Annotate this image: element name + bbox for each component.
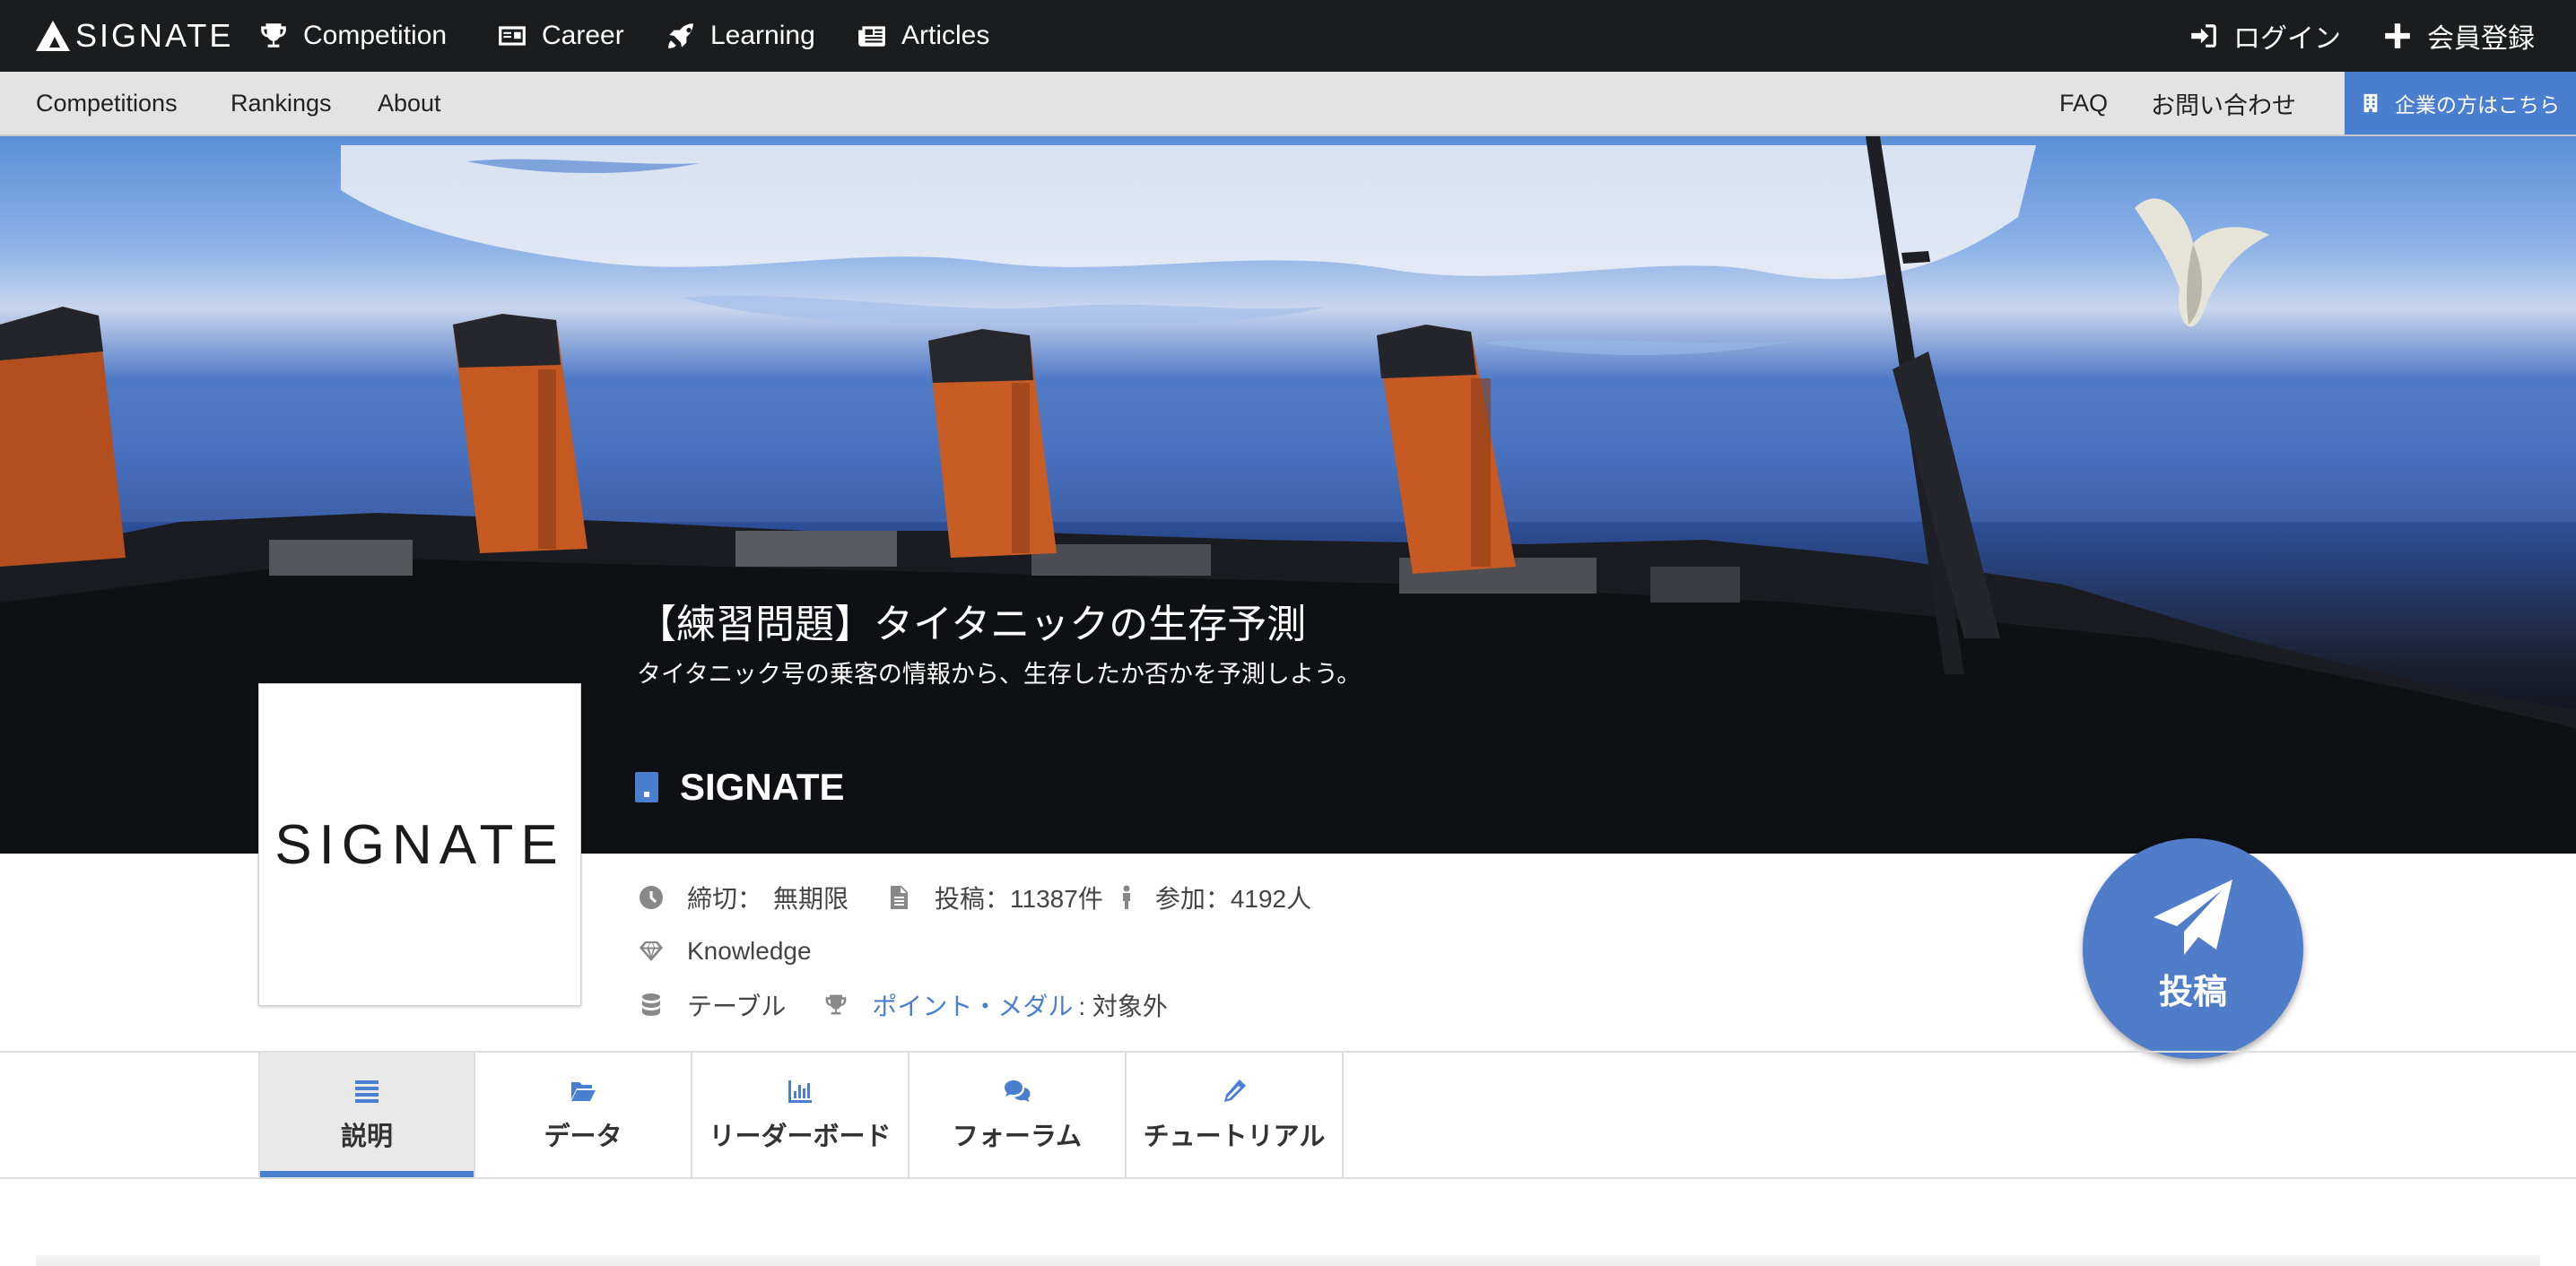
tab-leaderboard[interactable]: リーダーボード xyxy=(692,1053,909,1178)
nav-career[interactable]: Career xyxy=(497,0,624,72)
contact-link[interactable]: お問い合わせ xyxy=(2151,72,2296,134)
tab-description-label: 説明 xyxy=(340,1123,393,1151)
deadline-label: 締切： xyxy=(687,885,763,913)
file-icon xyxy=(891,886,909,909)
submit-label: 投稿 xyxy=(2158,973,2227,1011)
trophy-small-icon xyxy=(825,994,847,1015)
competition-logo: SIGNATE xyxy=(258,683,581,1006)
data-type: テーブル xyxy=(687,993,787,1020)
tab-data[interactable]: データ xyxy=(475,1053,692,1178)
tab-leaderboard-label: リーダーボード xyxy=(709,1123,892,1151)
deadline-value: 無期限 xyxy=(773,885,849,913)
competition-subtitle: タイタニック号の乗客の情報から、生存したか否かを予測しよう。 xyxy=(637,661,1362,688)
submission-count: 投稿：11387件 xyxy=(935,885,1103,913)
subnav-rankings[interactable]: Rankings xyxy=(231,72,332,134)
meta-row-type: Knowledge xyxy=(639,933,812,969)
competition-type: Knowledge xyxy=(687,937,812,965)
corporate-label: 企業の方はこちら xyxy=(2395,93,2560,117)
logo-card-text: SIGNATE xyxy=(274,813,565,876)
id-card-icon xyxy=(499,26,526,46)
meta-row-stats: 締切： 無期限 投稿：11387件 参加：4192人 xyxy=(639,880,1311,915)
top-navbar: SIGNATE Competition Career Learning Arti… xyxy=(0,0,2576,72)
subnav-competitions[interactable]: Competitions xyxy=(36,72,178,134)
faq-link[interactable]: FAQ xyxy=(2059,72,2108,134)
tab-tutorial-label: チュートリアル xyxy=(1143,1123,1326,1151)
points-value: : 対象外 xyxy=(1078,993,1168,1020)
secondary-navbar: Competitions Rankings About FAQ お問い合わせ 企… xyxy=(0,72,2576,136)
clock-icon xyxy=(640,886,663,909)
rocket-icon xyxy=(668,23,693,48)
nav-learning[interactable]: Learning xyxy=(666,0,815,72)
signate-logo-mark-icon xyxy=(36,21,70,51)
nav-articles[interactable]: Articles xyxy=(857,0,989,72)
organizer[interactable]: SIGNATE xyxy=(635,760,845,814)
organizer-name: SIGNATE xyxy=(680,766,845,808)
corporate-button[interactable]: 企業の方はこちら xyxy=(2345,72,2576,134)
nav-competition-label: Competition xyxy=(303,21,448,50)
bar-chart-icon xyxy=(788,1080,812,1103)
tab-tutorial[interactable]: チュートリアル xyxy=(1127,1053,1344,1178)
nav-learning-label: Learning xyxy=(710,21,815,50)
list-icon xyxy=(355,1080,379,1103)
database-icon xyxy=(642,993,660,1016)
folder-open-icon xyxy=(571,1082,596,1101)
nav-career-label: Career xyxy=(542,21,624,50)
organizer-building-icon xyxy=(635,772,658,802)
tab-data-label: データ xyxy=(544,1123,622,1151)
trophy-icon xyxy=(261,23,286,48)
subnav-about[interactable]: About xyxy=(378,72,441,134)
sign-in-icon xyxy=(2191,24,2216,48)
signate-logo[interactable]: SIGNATE xyxy=(36,17,234,54)
points-medal-link[interactable]: ポイント・メダル xyxy=(872,987,1073,1023)
meta-row-data: テーブル ポイント・メダル : 対象外 xyxy=(639,987,1168,1023)
tabs-bottom-border xyxy=(0,1177,2576,1179)
register-label: 会員登録 xyxy=(2427,24,2535,54)
nav-competition[interactable]: Competition xyxy=(258,0,447,72)
nav-articles-label: Articles xyxy=(901,21,990,50)
paper-plane-icon xyxy=(2154,879,2232,955)
person-icon xyxy=(1122,885,1130,909)
comments-icon xyxy=(1005,1080,1031,1102)
newspaper-icon xyxy=(858,26,885,47)
submit-button[interactable]: 投稿 xyxy=(2083,838,2303,1059)
content-area-top xyxy=(36,1255,2540,1266)
pencil-icon xyxy=(1224,1080,1246,1102)
tab-description[interactable]: 説明 xyxy=(258,1053,475,1178)
competition-title: 【練習問題】タイタニックの生存予測 xyxy=(637,603,1307,646)
login-link[interactable]: ログイン xyxy=(2189,0,2341,72)
login-label: ログイン xyxy=(2233,24,2341,54)
tab-forum-label: フォーラム xyxy=(952,1123,1083,1151)
participant-count: 参加：4192人 xyxy=(1154,885,1312,913)
building-icon xyxy=(2363,93,2378,113)
diamond-icon xyxy=(640,941,663,961)
logo-text: SIGNATE xyxy=(75,17,234,54)
tab-forum[interactable]: フォーラム xyxy=(909,1053,1127,1178)
plus-icon xyxy=(2385,23,2410,48)
register-link[interactable]: 会員登録 xyxy=(2382,0,2535,72)
